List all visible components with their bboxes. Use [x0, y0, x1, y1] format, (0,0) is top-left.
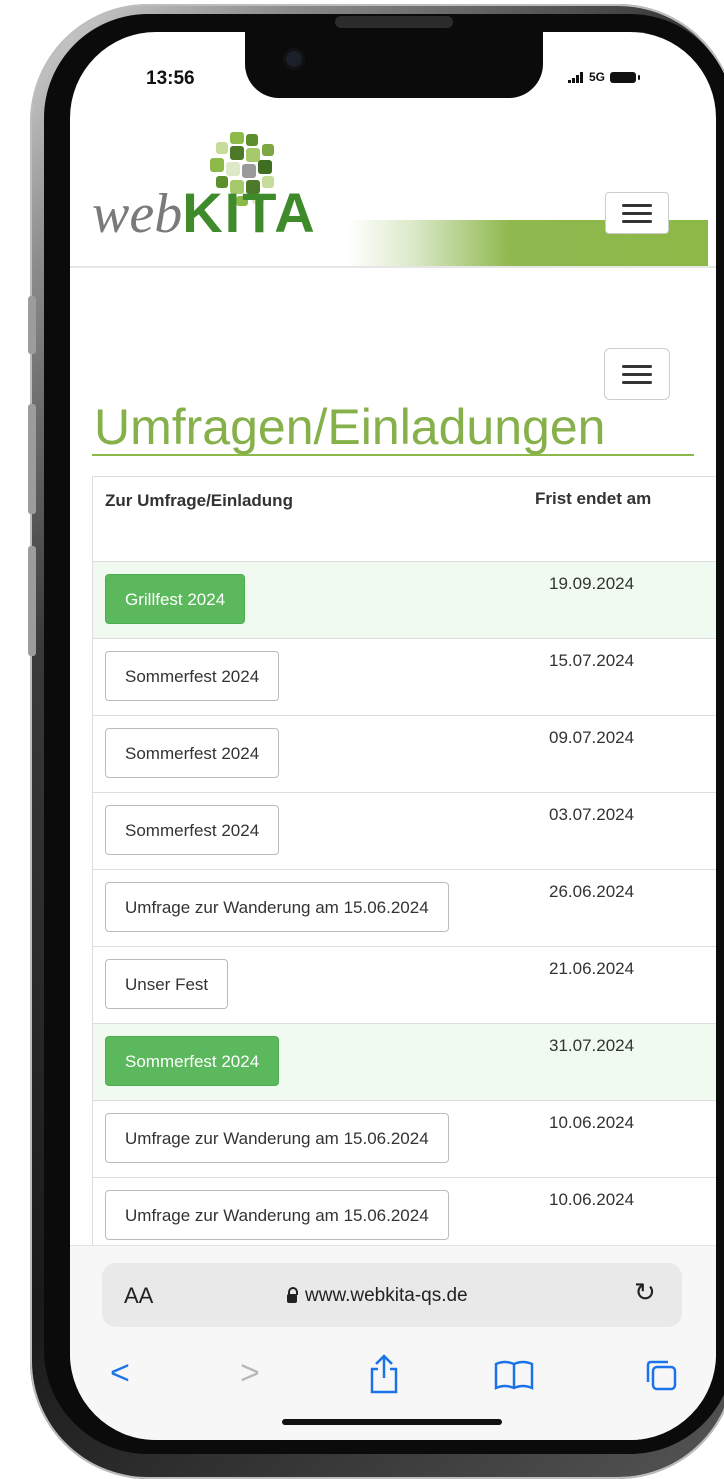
- hamburger-line: [622, 364, 652, 368]
- table-row: Grillfest 2024 19.09.2024: [93, 562, 716, 639]
- table-body: Grillfest 2024 19.09.2024 Sommerfest 2024 1…: [93, 562, 716, 1255]
- browser-toolbar: AA www.webkita-qs.de ↻ < >: [70, 1245, 716, 1440]
- table-row: Sommerfest 2024 09.07.2024: [93, 716, 716, 793]
- survey-cell: Umfrage zur Wanderung am 15.06.2024: [93, 1178, 527, 1254]
- survey-button[interactable]: Unser Fest: [105, 959, 229, 1009]
- deadline-cell: 09.07.2024: [549, 728, 635, 747]
- table-row: Sommerfest 2024 31.07.2024: [93, 1024, 716, 1101]
- logo-wordmark: webKITA: [92, 181, 317, 245]
- table-row: Sommerfest 2024 15.07.2024: [93, 639, 716, 716]
- title-underline: [92, 454, 694, 456]
- survey-button[interactable]: Sommerfest 2024: [105, 805, 280, 855]
- deadline-cell: 26.06.2024: [549, 882, 635, 901]
- deadline-cell: 10.06.2024: [549, 1113, 635, 1132]
- battery-icon: [610, 71, 641, 83]
- status-indicators: 5G: [568, 70, 641, 84]
- url-display[interactable]: www.webkita-qs.de: [287, 1285, 468, 1307]
- table-header: Zur Umfrage/Einladung Frist endet am: [93, 477, 716, 562]
- survey-cell: Sommerfest 2024: [93, 639, 527, 715]
- share-icon[interactable]: [368, 1354, 400, 1394]
- hamburger-line: [622, 203, 652, 207]
- deadline-cell: 21.06.2024: [549, 959, 635, 978]
- survey-button[interactable]: Umfrage zur Wanderung am 15.06.2024: [105, 882, 449, 932]
- survey-cell: Sommerfest 2024: [93, 716, 527, 792]
- hamburger-line: [622, 211, 652, 215]
- survey-cell: Grillfest 2024: [93, 562, 527, 638]
- deadline-cell: 15.07.2024: [549, 651, 635, 670]
- reload-icon[interactable]: ↻: [634, 1277, 656, 1308]
- tabs-icon[interactable]: [644, 1358, 678, 1392]
- reader-settings-button[interactable]: AA: [124, 1283, 153, 1309]
- header-menu-button[interactable]: [605, 192, 669, 234]
- address-bar[interactable]: AA www.webkita-qs.de ↻: [102, 1263, 682, 1327]
- survey-cell: Unser Fest: [93, 947, 527, 1023]
- front-camera: [283, 48, 305, 70]
- hamburger-line: [622, 372, 652, 376]
- header-divider: [70, 266, 716, 268]
- survey-cell: Sommerfest 2024: [93, 1024, 527, 1100]
- page-title: Umfragen/Einladungen: [94, 399, 606, 455]
- back-icon[interactable]: <: [110, 1354, 130, 1393]
- survey-button[interactable]: Sommerfest 2024: [105, 1036, 280, 1086]
- survey-button[interactable]: Grillfest 2024: [105, 574, 246, 624]
- deadline-cell: 10.06.2024: [549, 1190, 635, 1209]
- table-row: Unser Fest 21.06.2024: [93, 947, 716, 1024]
- status-time: 13:56: [146, 68, 195, 89]
- browser-nav: < >: [70, 1354, 716, 1404]
- volume-up-button: [28, 404, 36, 514]
- deadline-cell: 31.07.2024: [549, 1036, 635, 1055]
- hamburger-line: [622, 380, 652, 384]
- home-indicator: [282, 1419, 502, 1425]
- mute-switch: [28, 296, 36, 354]
- forward-icon[interactable]: >: [240, 1354, 260, 1393]
- survey-button[interactable]: Umfrage zur Wanderung am 15.06.2024: [105, 1190, 449, 1240]
- header-survey: Zur Umfrage/Einladung: [105, 491, 293, 510]
- url-text: www.webkita-qs.de: [305, 1285, 468, 1306]
- network-type: 5G: [589, 70, 606, 84]
- table-row: Umfrage zur Wanderung am 15.06.2024 10.06…: [93, 1178, 716, 1255]
- hamburger-line: [622, 219, 652, 223]
- survey-button[interactable]: Umfrage zur Wanderung am 15.06.2024: [105, 1113, 449, 1163]
- survey-cell: Umfrage zur Wanderung am 15.06.2024: [93, 1101, 527, 1177]
- lock-icon: [287, 1287, 298, 1303]
- survey-cell: Umfrage zur Wanderung am 15.06.2024: [93, 870, 527, 946]
- speaker-grille: [335, 16, 453, 28]
- header-deadline: Frist endet am: [535, 489, 652, 508]
- volume-down-button: [28, 546, 36, 656]
- surveys-table: Zur Umfrage/Einladung Frist endet am Gri…: [92, 476, 716, 1255]
- survey-cell: Sommerfest 2024: [93, 793, 527, 869]
- survey-button[interactable]: Sommerfest 2024: [105, 651, 280, 701]
- table-row: Umfrage zur Wanderung am 15.06.2024 10.06…: [93, 1101, 716, 1178]
- survey-button[interactable]: Sommerfest 2024: [105, 728, 280, 778]
- deadline-cell: 03.07.2024: [549, 805, 635, 824]
- content-menu-button[interactable]: [604, 348, 670, 400]
- table-row: Sommerfest 2024 03.07.2024: [93, 793, 716, 870]
- table-row: Umfrage zur Wanderung am 15.06.2024 26.06…: [93, 870, 716, 947]
- deadline-cell: 19.09.2024: [549, 574, 635, 593]
- cellular-signal-icon: [568, 71, 583, 83]
- phone-screen: 13:56 5G webKITA Umfragen/Einladungen Zu…: [70, 32, 716, 1440]
- bookmarks-icon[interactable]: [494, 1360, 534, 1390]
